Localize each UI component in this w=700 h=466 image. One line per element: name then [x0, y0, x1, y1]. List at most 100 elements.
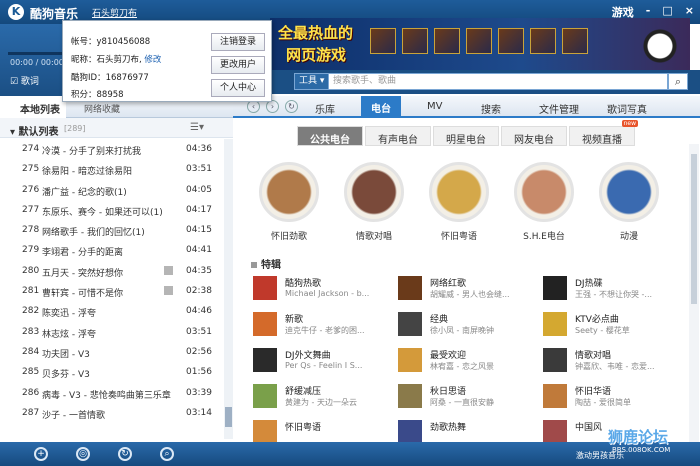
station-item[interactable]: S.H.E电台: [514, 162, 574, 242]
feature-item[interactable]: 秋日思语 阿桑 - 一直很安静: [398, 382, 538, 412]
feature-title[interactable]: 网络红歌: [430, 276, 466, 289]
feature-thumb-icon[interactable]: [398, 276, 422, 300]
station-cover-icon[interactable]: [259, 162, 319, 222]
feature-title[interactable]: 怀旧华语: [575, 384, 611, 397]
subtab-star[interactable]: 明星电台: [433, 126, 499, 146]
feature-title[interactable]: DJ外文舞曲: [285, 348, 331, 361]
station-item[interactable]: 怀旧粤语: [429, 162, 489, 242]
feature-title[interactable]: 最受欢迎: [430, 348, 466, 361]
search-list-icon[interactable]: ⌕: [160, 447, 174, 461]
tab-file-manager[interactable]: 文件管理: [539, 101, 579, 116]
ad-banner[interactable]: 全最热血的 网页游戏: [270, 18, 690, 70]
logout-button[interactable]: 注销登录: [211, 33, 265, 51]
subtab-netizen[interactable]: 网友电台: [501, 126, 567, 146]
feature-item[interactable]: 新歌 迪克牛仔 - 老爹的困...: [253, 310, 393, 340]
station-cover-icon[interactable]: [514, 162, 574, 222]
song-row[interactable]: 275 徐易阳 - 暗恋过徐易阳 03:51: [0, 159, 224, 179]
station-cover-icon[interactable]: [344, 162, 404, 222]
refresh-icon[interactable]: ↻: [285, 100, 298, 113]
feature-thumb-icon[interactable]: [543, 384, 567, 408]
feature-item[interactable]: 最受欢迎 林宥嘉 - 恋之风景: [398, 346, 538, 376]
feature-title[interactable]: 酷狗热歌: [285, 276, 321, 289]
tab-mv[interactable]: MV: [427, 101, 442, 112]
feature-thumb-icon[interactable]: [253, 384, 277, 408]
song-row[interactable]: 282 陈奕迅 - 浮夸 04:46: [0, 301, 224, 321]
add-icon[interactable]: +: [34, 447, 48, 461]
search-icon[interactable]: ⌕: [668, 73, 688, 90]
song-row[interactable]: 281 曹轩宾 - 可惜不是你 02:38: [0, 281, 224, 301]
tab-local-list[interactable]: 本地列表: [0, 96, 66, 118]
feature-title[interactable]: 情歌对唱: [575, 348, 611, 361]
feature-thumb-icon[interactable]: [398, 384, 422, 408]
edit-nickname-link[interactable]: 修改: [144, 55, 161, 65]
feature-thumb-icon[interactable]: [253, 348, 277, 372]
station-item[interactable]: 情歌对唱: [344, 162, 404, 242]
tab-lyrics-photo[interactable]: 歌词写真: [607, 101, 647, 116]
content-scrollbar-thumb[interactable]: [691, 154, 697, 304]
feature-thumb-icon[interactable]: [398, 312, 422, 336]
song-row[interactable]: 277 东原乐、赛今 - 如果还可以(1) 04:17: [0, 200, 224, 220]
song-row[interactable]: 283 林志炫 - 浮夸 03:51: [0, 322, 224, 342]
feature-thumb-icon[interactable]: [543, 420, 567, 444]
song-row[interactable]: 287 沙子 - 一首情歌 03:14: [0, 403, 224, 423]
feature-item[interactable]: KTV必点曲 Seety - 樱花草: [543, 310, 683, 340]
mv-icon[interactable]: [164, 286, 173, 296]
station-cover-icon[interactable]: [599, 162, 659, 222]
song-row[interactable]: 279 李翊君 - 分手的距离 04:41: [0, 240, 224, 260]
feature-title[interactable]: KTV必点曲: [575, 312, 619, 325]
song-row[interactable]: 285 贝多芬 - V3 01:56: [0, 362, 224, 382]
station-item[interactable]: 怀旧劲歌: [259, 162, 319, 242]
tab-library[interactable]: 乐库: [315, 101, 335, 116]
lyrics-checkbox[interactable]: ☑ 歌词: [10, 74, 39, 87]
playlist-header[interactable]: ▾ 默认列表 [289] ☰▾: [0, 118, 233, 138]
feature-item[interactable]: 舒缓减压 黄建为 - 天边一朵云: [253, 382, 393, 412]
feature-title[interactable]: 舒缓减压: [285, 384, 321, 397]
feature-title[interactable]: DJ热碟: [575, 276, 603, 289]
feature-item[interactable]: 网络红歌 胡耀威 - 男人也会缝...: [398, 274, 538, 304]
locate-icon[interactable]: ◎: [76, 447, 90, 461]
feature-item[interactable]: 酷狗热歌 Michael Jackson - b...: [253, 274, 393, 304]
search-input[interactable]: 搜索歌手、歌曲: [328, 73, 668, 90]
playlist-scrollbar[interactable]: [224, 139, 233, 439]
scrollbar-thumb[interactable]: [225, 407, 232, 427]
content-scrollbar[interactable]: [689, 144, 699, 442]
feature-item[interactable]: 怀旧华语 陶喆 - 爱很简单: [543, 382, 683, 412]
subtab-audio[interactable]: 有声电台: [365, 126, 431, 146]
feature-title[interactable]: 劲歌热舞: [430, 420, 466, 433]
feature-thumb-icon[interactable]: [253, 276, 277, 300]
feature-thumb-icon[interactable]: [253, 312, 277, 336]
feature-thumb-icon[interactable]: [253, 420, 277, 444]
personal-center-button[interactable]: 个人中心: [211, 79, 265, 97]
song-row[interactable]: 278 网络歌手 - 我们的回忆(1) 04:15: [0, 220, 224, 240]
feature-item[interactable]: DJ外文舞曲 Per Qs - Feelin I S...: [253, 346, 393, 376]
station-item[interactable]: 动漫: [599, 162, 659, 242]
feature-thumb-icon[interactable]: [543, 348, 567, 372]
user-name-link[interactable]: 石头剪刀布: [92, 6, 137, 19]
feature-thumb-icon[interactable]: [543, 276, 567, 300]
feature-item[interactable]: 经典 徐小凤 - 南屏晚钟: [398, 310, 538, 340]
song-row[interactable]: 276 潘广益 - 纪念的歌(1) 04:05: [0, 180, 224, 200]
feature-title[interactable]: 秋日思语: [430, 384, 466, 397]
tab-net-favorites[interactable]: 网络收藏: [84, 102, 120, 115]
loop-icon[interactable]: ↻: [118, 447, 132, 461]
feature-thumb-icon[interactable]: [398, 420, 422, 444]
feature-title[interactable]: 中国风: [575, 420, 602, 433]
subtab-public[interactable]: 公共电台: [297, 126, 363, 146]
feature-thumb-icon[interactable]: [543, 312, 567, 336]
tab-search[interactable]: 搜索: [481, 101, 501, 116]
feature-item[interactable]: 情歌对唱 钟嘉欣、韦唯 - 恋爱...: [543, 346, 683, 376]
song-row[interactable]: 284 功夫团 - V3 02:56: [0, 342, 224, 362]
switch-user-button[interactable]: 更改用户: [211, 56, 265, 74]
feature-title[interactable]: 怀旧粤语: [285, 420, 321, 433]
song-row[interactable]: 280 五月天 - 突然好想你 04:35: [0, 261, 224, 281]
song-row[interactable]: 286 病毒 - V3 - 悲怆奏鸣曲第三乐章 03:39: [0, 383, 224, 403]
feature-item[interactable]: DJ热碟 王强 - 不想让你哭 -...: [543, 274, 683, 304]
feature-thumb-icon[interactable]: [398, 348, 422, 372]
subtab-live-video[interactable]: 视频直播 new: [569, 120, 638, 146]
mv-icon[interactable]: [164, 265, 173, 275]
song-row[interactable]: 274 冷漠 - 分手了别来打扰我 04:36: [0, 139, 224, 159]
playlist-menu-icon[interactable]: ☰▾: [190, 122, 204, 133]
feature-title[interactable]: 经典: [430, 312, 448, 325]
station-cover-icon[interactable]: [429, 162, 489, 222]
feature-title[interactable]: 新歌: [285, 312, 303, 325]
